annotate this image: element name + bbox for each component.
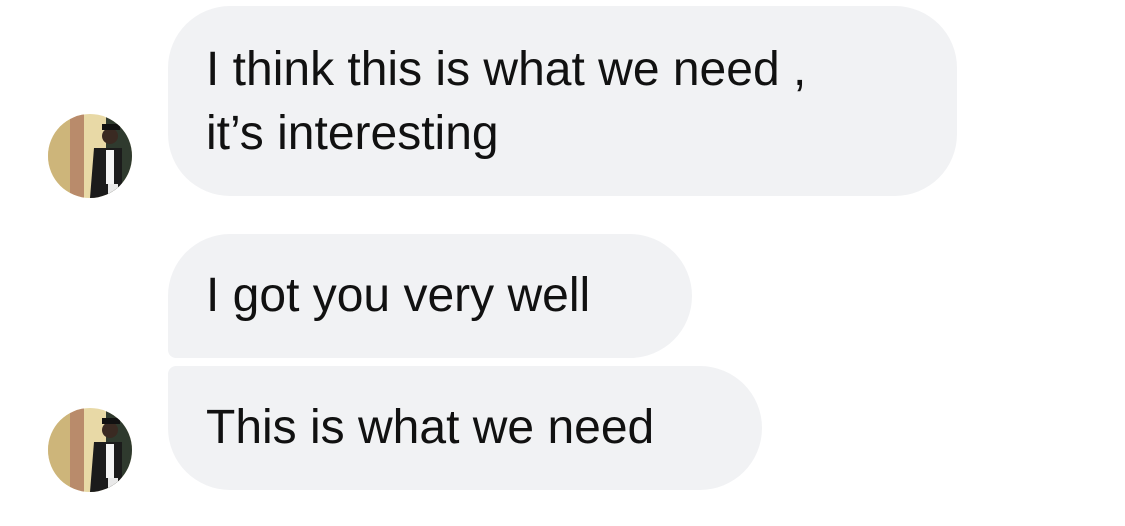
message-text-line: I think this is what we need , — [206, 43, 807, 96]
sender-avatar[interactable] — [48, 114, 132, 198]
message-bubble[interactable]: This is what we need — [168, 366, 762, 490]
message-text-line: it’s interesting — [206, 107, 499, 160]
avatar-photo-icon — [48, 114, 132, 198]
message-text: I got you very well — [206, 269, 591, 322]
message-bubble[interactable]: I think this is what we need , it’s inte… — [168, 6, 957, 196]
avatar-photo-icon — [48, 408, 132, 492]
sender-avatar[interactable] — [48, 408, 132, 492]
message-bubble[interactable]: I got you very well — [168, 234, 692, 358]
message-text: This is what we need — [206, 401, 655, 454]
